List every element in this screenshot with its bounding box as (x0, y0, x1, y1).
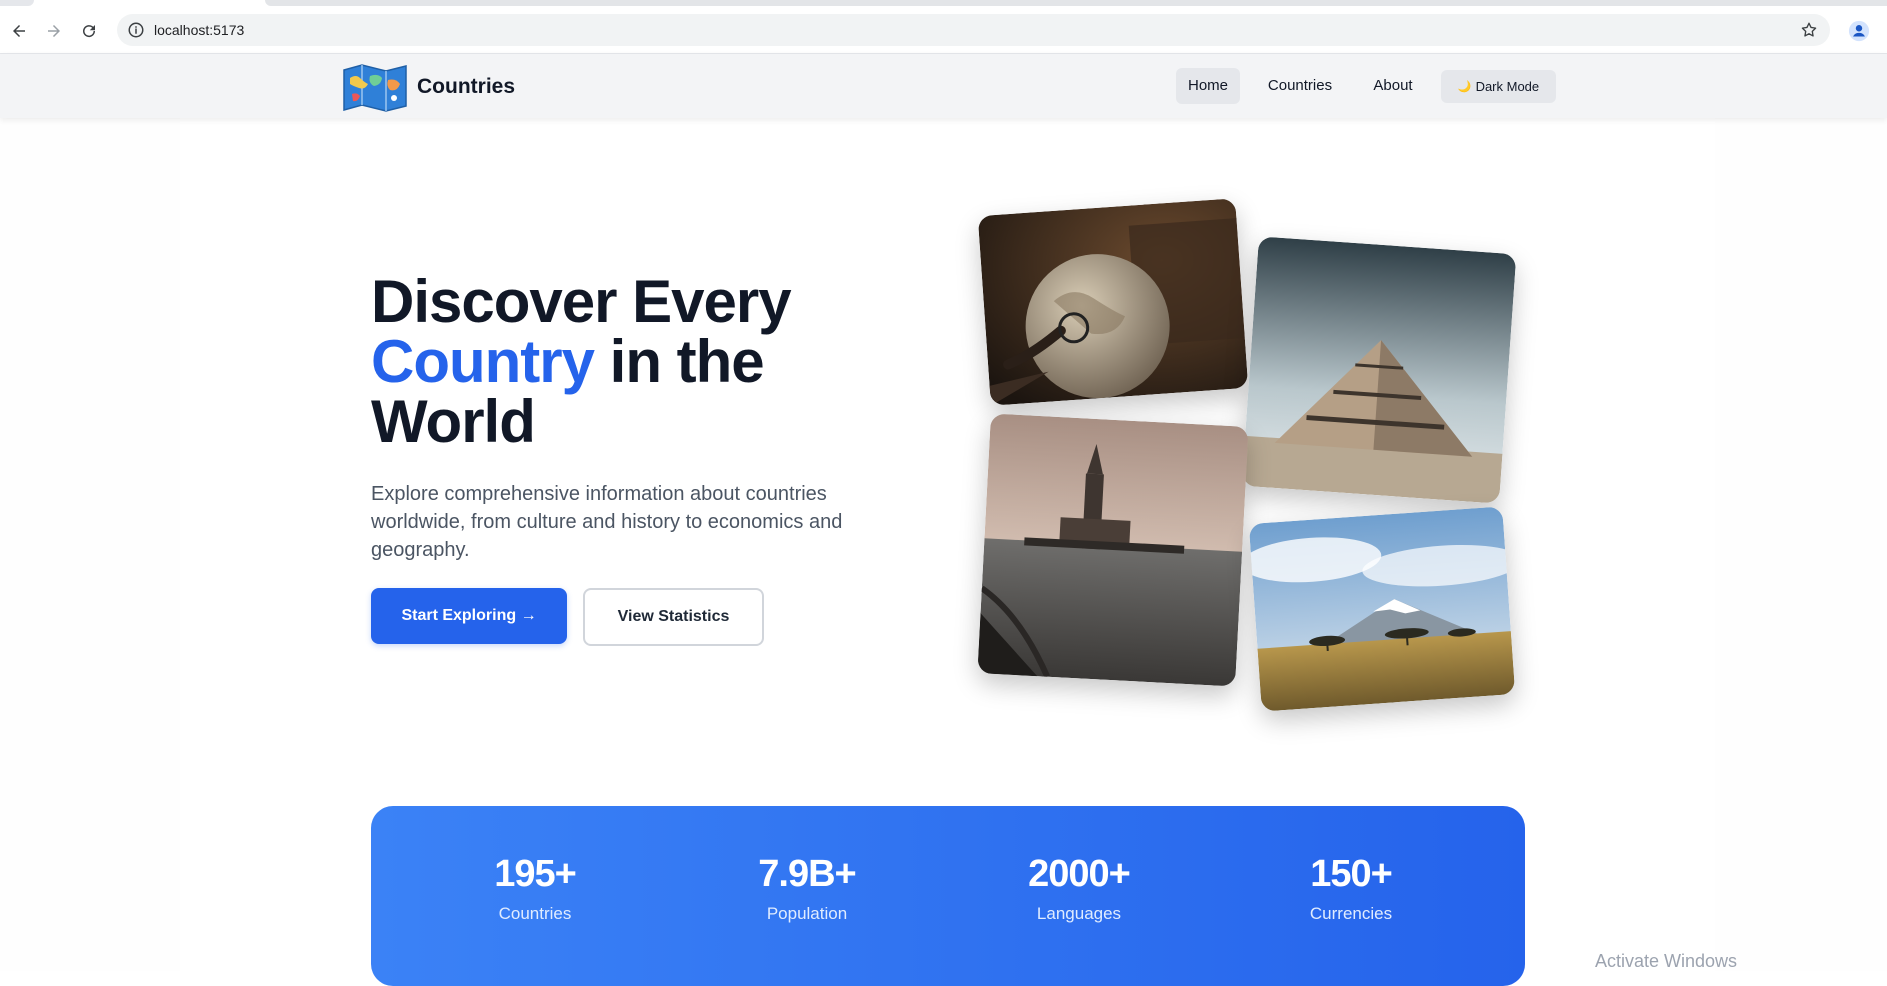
url-text[interactable]: localhost:5173 (154, 22, 244, 38)
reload-icon[interactable] (75, 17, 103, 45)
back-icon[interactable] (5, 17, 33, 45)
tab-strip-background (265, 0, 1887, 6)
stat-languages: 2000+ Languages (969, 852, 1189, 924)
stat-population: 7.9B+ Population (697, 852, 917, 924)
info-icon[interactable] (127, 21, 145, 39)
page-margin-left (0, 118, 180, 971)
maidens-tower-photo (977, 413, 1249, 687)
hero-title-rest: in the (593, 328, 765, 395)
dark-mode-label: Dark Mode (1475, 79, 1540, 94)
stats-banner: 195+ Countries 7.9B+ Population 2000+ La… (371, 806, 1525, 986)
stat-label: Languages (1036, 904, 1122, 923)
hero-title-line3: World (371, 388, 536, 455)
dark-mode-toggle[interactable]: 🌙 Dark Mode (1441, 70, 1556, 103)
stat-value: 7.9B+ (758, 853, 856, 895)
globe-photo (977, 198, 1249, 406)
stat-label: Countries (498, 904, 572, 923)
forward-icon[interactable] (40, 17, 68, 45)
stat-countries: 195+ Countries (425, 852, 645, 924)
stat-value: 195+ (494, 853, 577, 895)
hero-title: Discover Every Country in the World (371, 272, 891, 452)
profile-icon[interactable] (1845, 17, 1873, 45)
tab-edge[interactable] (0, 0, 34, 6)
stat-label: Currencies (1309, 904, 1393, 923)
hero-title-accent: Country (371, 328, 595, 395)
brand-name[interactable]: Countries (417, 75, 515, 99)
stat-value: 2000+ (1028, 853, 1131, 895)
page-margin-right (1715, 118, 1887, 971)
browser-tabstrip (0, 0, 1887, 7)
browser-toolbar: localhost:5173 (0, 7, 1887, 54)
nav-home[interactable]: Home (1176, 68, 1240, 104)
moon-icon: 🌙 (1457, 81, 1472, 93)
nav-countries[interactable]: Countries (1258, 68, 1342, 104)
star-icon[interactable] (1800, 21, 1818, 39)
hero-subtitle: Explore comprehensive information about … (371, 483, 843, 561)
activate-windows-watermark: Activate Windows (1595, 951, 1738, 971)
nav-about[interactable]: About (1364, 68, 1422, 104)
stat-label: Population (766, 904, 848, 923)
kilimanjaro-photo (1248, 506, 1516, 712)
start-exploring-button[interactable]: Start Exploring → (371, 588, 567, 644)
stat-currencies: 150+ Currencies (1241, 852, 1461, 924)
hero-title-line1: Discover Every (371, 268, 792, 335)
view-statistics-button[interactable]: View Statistics (583, 588, 764, 646)
world-map-logo[interactable] (342, 62, 408, 112)
app-navbar: Countries Home Countries About 🌙 Dark Mo… (0, 54, 1887, 118)
pyramid-photo (1241, 236, 1517, 504)
address-bar[interactable]: localhost:5173 (117, 14, 1830, 46)
hero-title-line2: Country in the (371, 332, 891, 392)
stat-value: 150+ (1310, 853, 1393, 895)
